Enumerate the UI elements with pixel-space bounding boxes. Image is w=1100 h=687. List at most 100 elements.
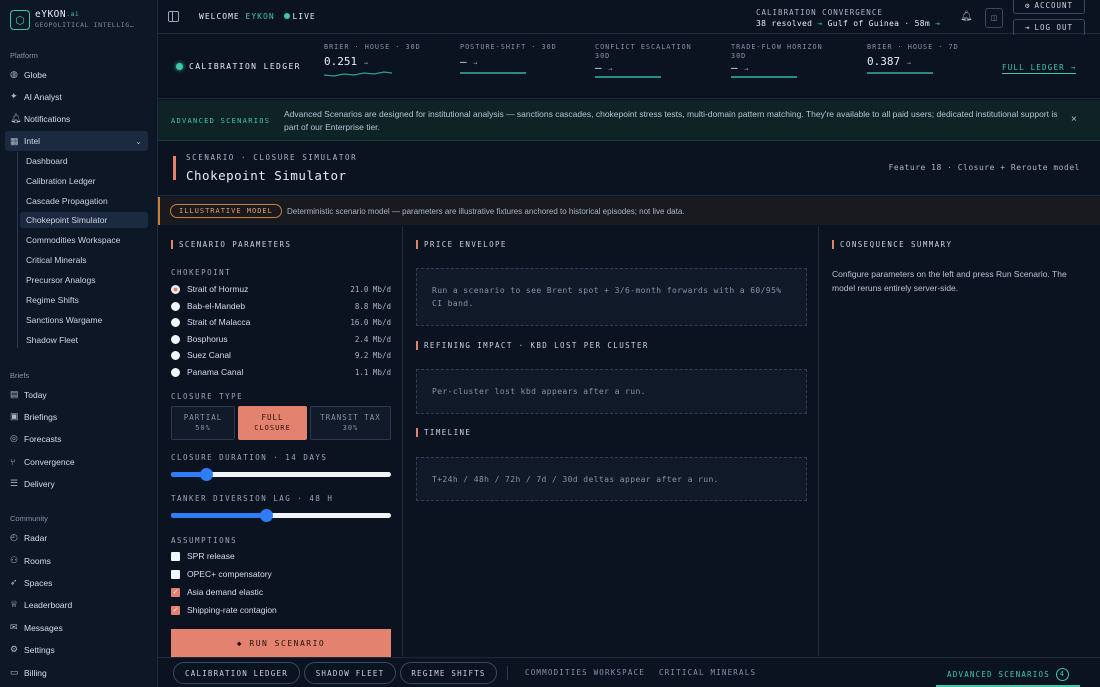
tab-regime-shifts[interactable]: REGIME SHIFTS: [400, 662, 497, 684]
slider-fill: [171, 513, 266, 518]
nav-convergence[interactable]: ⑂ Convergence: [10, 453, 150, 470]
checkmark-icon: ✓: [171, 587, 180, 597]
assumption-checkbox[interactable]: OPEC+ compensatory: [171, 567, 272, 581]
assumption-checkbox[interactable]: SPR release: [171, 549, 235, 563]
tab-shadow-fleet[interactable]: SHADOW FLEET: [304, 662, 396, 684]
window-icon[interactable]: ◫: [985, 8, 1003, 28]
ledger-title: CALIBRATION LEDGER: [176, 62, 301, 71]
refining-placeholder: Per-cluster lost kbd appears after a run…: [416, 369, 807, 414]
option-label: Strait of Hormuz: [187, 284, 249, 294]
closure-full-button[interactable]: FULL CLOSURE: [238, 406, 307, 440]
lag-slider[interactable]: [171, 509, 391, 522]
radio-icon: [171, 317, 180, 327]
sidebar-item-sanctions-wargame[interactable]: Sanctions Wargame: [20, 312, 148, 328]
nav-label: Settings: [24, 644, 55, 655]
arrow-right-icon: →: [906, 59, 911, 67]
sidebar-item-cascade-propagation[interactable]: Cascade Propagation: [20, 193, 148, 209]
option-label: Bab-el-Mandeb: [187, 301, 246, 311]
sidebar-item-critical-minerals[interactable]: Critical Minerals: [20, 252, 148, 268]
checkbox-label: OPEC+ compensatory: [187, 569, 272, 579]
duration-slider[interactable]: [171, 468, 391, 481]
metric-trade-flow[interactable]: TRADE-FLOW HORIZON 30D — →: [731, 43, 856, 78]
sidebar-item-dashboard[interactable]: Dashboard: [20, 153, 148, 169]
nav-messages[interactable]: ✉ Messages: [10, 619, 150, 636]
chokepoint-option[interactable]: Suez Canal 9.2 Mb/d: [171, 348, 391, 362]
nav-today[interactable]: ▤ Today: [10, 386, 150, 403]
logout-button[interactable]: ⇥ LOG OUT: [1013, 19, 1085, 36]
closure-transit-tax-button[interactable]: TRANSIT TAX 30%: [310, 406, 391, 440]
chokepoint-option[interactable]: Strait of Hormuz 21.0 Mb/d: [171, 282, 391, 296]
metric-sublabel: 30D: [731, 52, 747, 60]
ledger-title-text: CALIBRATION LEDGER: [189, 62, 301, 71]
option-label: Bosphorus: [187, 334, 228, 344]
assumption-checkbox[interactable]: ✓ Shipping-rate contagion: [171, 603, 277, 617]
nav-rooms[interactable]: ⚇ Rooms: [10, 552, 150, 569]
tab-calibration-ledger[interactable]: CALIBRATION LEDGER: [173, 662, 300, 684]
run-scenario-button[interactable]: ◆ RUN SCENARIO: [171, 629, 391, 657]
nav-label: Leaderboard: [24, 599, 73, 610]
checkmark-icon: ✓: [171, 605, 180, 615]
radio-icon: [171, 350, 180, 360]
bottom-tab-bar: CALIBRATION LEDGER SHADOW FLEET REGIME S…: [158, 657, 1100, 687]
advanced-scenarios-banner: ADVANCED SCENARIOS Advanced Scenarios ar…: [158, 100, 1100, 141]
nav-notifications[interactable]: 🔔︎ Notifications: [10, 110, 150, 127]
nav-intel[interactable]: ▦ Intel ⌄: [5, 131, 148, 151]
chokepoint-option[interactable]: Bosphorus 2.4 Mb/d: [171, 332, 391, 346]
close-icon[interactable]: ×: [1071, 114, 1077, 125]
brand[interactable]: ⬡ eYKON.ai GEOPOLITICAL INTELLIG…: [10, 8, 134, 32]
nav-radar[interactable]: ◴ Radar: [10, 529, 150, 546]
option-value: 8.8 Mb/d: [354, 301, 391, 311]
account-button[interactable]: ⚙ ACCOUNT: [1013, 0, 1085, 14]
nav-label: Spaces: [24, 577, 53, 588]
nav-leaderboard[interactable]: ♕ Leaderboard: [10, 596, 150, 613]
sidebar-item-regime-shifts[interactable]: Regime Shifts: [20, 292, 148, 308]
nav-briefings[interactable]: ▣ Briefings: [10, 408, 150, 425]
sidebar-item-calibration-ledger[interactable]: Calibration Ledger: [20, 173, 148, 189]
nav-label: Forecasts: [24, 433, 62, 444]
nav-forecasts[interactable]: ◎ Forecasts: [10, 430, 150, 447]
tab-critical-minerals[interactable]: CRITICAL MINERALS: [659, 668, 756, 677]
arrow-right-icon: →: [473, 59, 478, 67]
metric-brier-30d[interactable]: BRIER · HOUSE · 30D 0.251 →: [323, 43, 449, 81]
checkbox-label: Asia demand elastic: [187, 587, 264, 597]
sidebar-item-precursor-analogs[interactable]: Precursor Analogs: [20, 272, 148, 288]
radar-icon: ◴: [10, 532, 18, 542]
tab-advanced-scenarios[interactable]: ADVANCED SCENARIOS 4: [936, 663, 1080, 687]
tab-commodities-workspace[interactable]: COMMODITIES WORKSPACE: [525, 668, 645, 677]
section-heading: CONSEQUENCE SUMMARY: [832, 240, 952, 249]
nav-label: AI Analyst: [24, 91, 62, 102]
metric-posture-shift[interactable]: POSTURE-SHIFT · 30D — →: [460, 43, 585, 74]
slider-knob[interactable]: [200, 468, 214, 481]
metric-value: —: [460, 55, 467, 68]
seg-line1: FULL: [261, 413, 284, 422]
chokepoint-option[interactable]: Panama Canal 1.1 Mb/d: [171, 365, 391, 379]
metric-brier-7d[interactable]: BRIER · HOUSE · 7D 0.387 →: [867, 43, 992, 74]
trophy-icon: ♕: [10, 599, 19, 609]
full-ledger-link[interactable]: FULL LEDGER →: [1002, 63, 1077, 74]
nav-spaces[interactable]: ➶ Spaces: [10, 574, 150, 591]
sidebar-item-shadow-fleet[interactable]: Shadow Fleet: [20, 332, 148, 348]
nav-globe[interactable]: ◍ Globe: [10, 66, 150, 83]
nav-ai-analyst[interactable]: ✦ AI Analyst: [10, 88, 150, 105]
sidebar-toggle-icon[interactable]: [168, 11, 179, 22]
chokepoint-label: CHOKEPOINT: [171, 268, 232, 277]
nav-settings[interactable]: ⚙ Settings: [10, 641, 150, 658]
chevron-down-icon: ⌄: [135, 136, 142, 146]
chokepoint-option[interactable]: Strait of Malacca 16.0 Mb/d: [171, 315, 391, 329]
list-icon: ☰: [10, 478, 19, 488]
nav-delivery[interactable]: ☰ Delivery: [10, 475, 150, 492]
sidebar-item-commodities-workspace[interactable]: Commodities Workspace: [20, 232, 148, 248]
sidebar-item-chokepoint-simulator[interactable]: Chokepoint Simulator: [20, 212, 148, 228]
nav-billing[interactable]: ▭ Billing: [10, 664, 150, 681]
bell-icon[interactable]: 🔔︎: [960, 11, 973, 22]
calibration-convergence[interactable]: CALIBRATION CONVERGENCE 38 resolved → Gu…: [756, 7, 940, 29]
slider-knob[interactable]: [259, 509, 273, 522]
chokepoint-option[interactable]: Bab-el-Mandeb 8.8 Mb/d: [171, 299, 391, 313]
assumption-checkbox[interactable]: ✓ Asia demand elastic: [171, 585, 263, 599]
closure-partial-button[interactable]: PARTIAL 50%: [171, 406, 235, 440]
checkbox-icon: [171, 551, 180, 561]
option-value: 2.4 Mb/d: [354, 334, 391, 344]
nav-label: Today: [24, 389, 47, 400]
seg-line2: CLOSURE: [254, 424, 291, 432]
metric-conflict-escalation[interactable]: CONFLICT ESCALATION 30D — →: [595, 43, 720, 78]
